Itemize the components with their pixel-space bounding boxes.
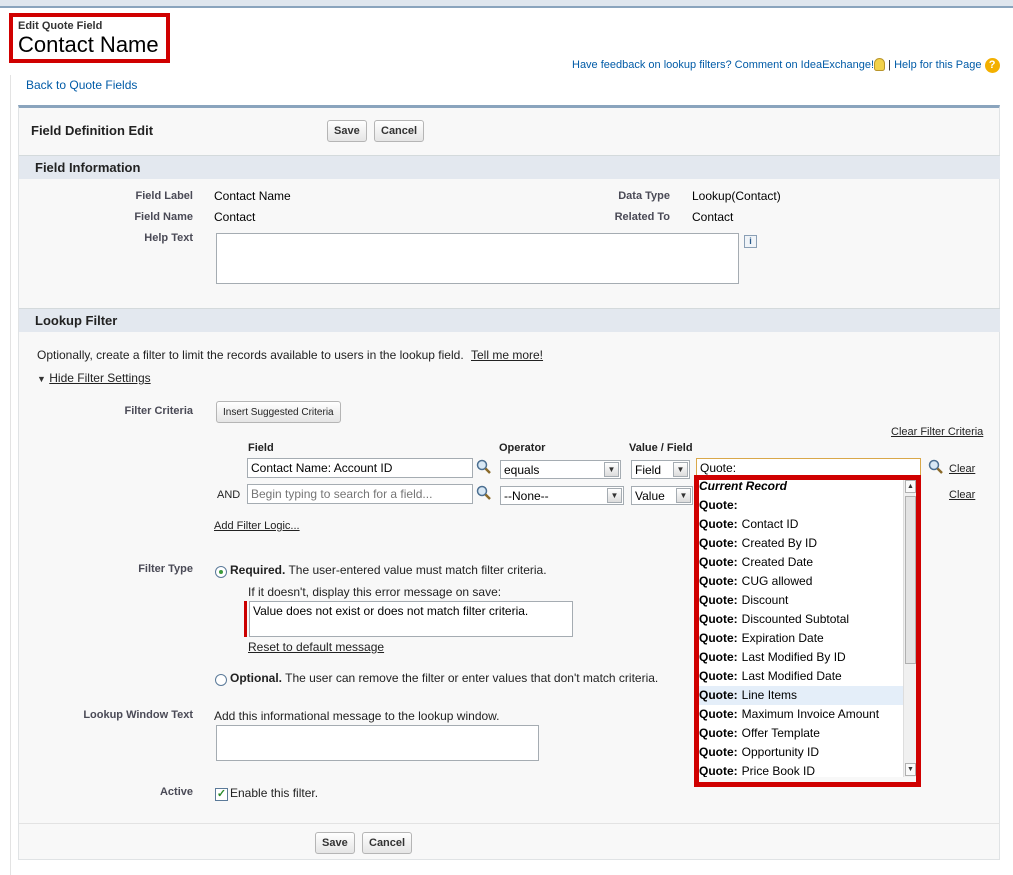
row1-field-input[interactable]: Contact Name: Account ID [247,458,473,478]
required-indicator-bar [244,601,247,637]
page-subtitle: Edit Quote Field [18,20,103,32]
dropdown-highlight-box [694,475,921,787]
cancel-button-bottom[interactable]: Cancel [362,832,413,854]
page-title: Contact Name [18,32,159,57]
filter-type-label: Filter Type [138,563,193,575]
filter-criteria-label: Filter Criteria [124,405,193,417]
lookup-filter-section-bar [19,308,1000,332]
optional-text: The user can remove the filter or enter … [285,671,659,685]
row1-value-type-select[interactable]: Field ▼ [631,460,690,479]
row2-clear-link[interactable]: Clear [949,489,975,501]
required-radio[interactable] [215,566,227,578]
chevron-down-icon: ▼ [607,488,622,503]
row2-operator-select[interactable]: --None-- ▼ [500,486,624,505]
required-option: Required. The user-entered value must ma… [230,563,547,577]
tell-me-more-link[interactable]: Tell me more! [471,348,543,362]
info-icon[interactable]: i [744,235,757,248]
col-header-field: Field [248,442,274,454]
row2-value-type-select[interactable]: Value ▼ [631,486,693,505]
lookup-window-text-label: Lookup Window Text [83,709,193,721]
hide-filter-settings[interactable]: ▼ Hide Filter Settings [37,371,151,385]
field-name-value: Contact [214,210,256,224]
row2-and-label: AND [217,489,241,501]
separator: | [888,59,891,71]
col-header-operator: Operator [499,442,546,454]
footer-divider [19,823,1000,824]
insert-suggested-criteria-button[interactable]: Insert Suggested Criteria [216,401,341,423]
related-to-label: Related To [614,211,670,223]
required-text: The user-entered value must match filter… [288,563,547,577]
row1-operator-select[interactable]: equals ▼ [500,460,621,479]
intro-text: Optionally, create a filter to limit the… [37,348,464,362]
optional-option: Optional. The user can remove the filter… [230,671,658,685]
field-name-label: Field Name [134,211,193,223]
lookup-window-textarea[interactable] [216,725,539,761]
lookup-window-hint: Add this informational message to the lo… [214,709,500,723]
add-filter-logic-link[interactable]: Add Filter Logic... [214,520,300,532]
optional-bold: Optional. [230,671,282,685]
related-to-value: Contact [692,210,734,224]
row1-clear-link[interactable]: Clear [949,463,975,475]
row1-lookup-icon[interactable] [476,459,492,475]
error-message-textarea[interactable]: Value does not exist or does not match f… [249,601,573,637]
enable-filter-label: Enable this filter. [230,786,319,800]
field-info-section-bar [19,155,1000,179]
hide-filter-settings-link[interactable]: Hide Filter Settings [49,371,150,385]
chevron-down-icon: ▼ [673,462,688,477]
help-text-label: Help Text [144,232,193,244]
lookup-filter-title: Lookup Filter [35,313,118,328]
reset-default-message-link[interactable]: Reset to default message [248,640,384,654]
save-button-bottom[interactable]: Save [315,832,355,854]
field-label-value: Contact Name [214,189,291,203]
row1-value-lookup-icon[interactable] [928,459,944,475]
col-header-value: Value / Field [629,442,693,454]
enable-filter-checkbox[interactable]: ✓ [215,788,228,801]
header-links: Have feedback on lookup filters? Comment… [572,58,1000,73]
help-link[interactable]: Help for this Page [894,59,981,71]
help-text-input[interactable] [216,233,739,284]
cancel-button-top[interactable]: Cancel [374,120,425,142]
field-info-title: Field Information [35,160,141,175]
top-border [0,0,1013,8]
field-label-label: Field Label [135,190,193,202]
feedback-link[interactable]: Have feedback on lookup filters? Comment… [572,59,874,71]
data-type-label: Data Type [618,190,670,202]
lookup-filter-intro: Optionally, create a filter to limit the… [37,348,543,362]
required-bold: Required. [230,563,286,577]
data-type-value: Lookup(Contact) [692,189,781,203]
optional-radio[interactable] [215,674,227,686]
error-message-prompt: If it doesn't, display this error messag… [248,585,502,599]
triangle-down-icon: ▼ [37,374,46,384]
left-sidebar-edge [0,75,11,875]
clear-filter-criteria-link[interactable]: Clear Filter Criteria [891,426,983,438]
active-label: Active [159,786,193,798]
back-to-quote-fields-link[interactable]: Back to Quote Fields [26,78,137,92]
chevron-down-icon: ▼ [676,488,691,503]
row2-lookup-icon[interactable] [476,485,492,501]
row2-value-type: Value [635,489,665,503]
row1-value-type: Field [635,463,662,477]
chevron-down-icon: ▼ [604,462,619,477]
lightbulb-icon [874,58,886,71]
help-icon[interactable]: ? [984,58,1000,73]
save-button-top[interactable]: Save [327,120,367,142]
row2-operator-value: --None-- [504,489,549,503]
row1-operator-value: equals [504,463,540,477]
row2-field-input[interactable] [247,484,473,504]
panel-title: Field Definition Edit [31,123,154,138]
